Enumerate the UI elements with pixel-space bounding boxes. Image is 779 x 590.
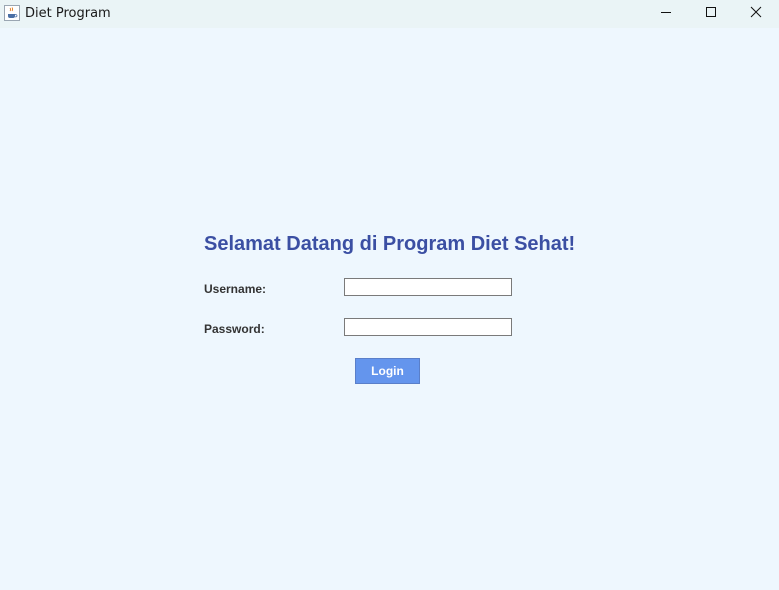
maximize-icon bbox=[705, 5, 717, 23]
app-window: Diet Program Selamat Datang di Program D… bbox=[0, 0, 779, 590]
password-input[interactable] bbox=[344, 318, 512, 336]
minimize-button[interactable] bbox=[643, 0, 689, 28]
login-panel: Selamat Datang di Program Diet Sehat! Us… bbox=[0, 28, 779, 590]
minimize-icon bbox=[660, 5, 672, 23]
welcome-heading: Selamat Datang di Program Diet Sehat! bbox=[204, 233, 576, 255]
window-title: Diet Program bbox=[25, 6, 111, 21]
close-button[interactable] bbox=[733, 0, 779, 28]
maximize-button[interactable] bbox=[688, 0, 734, 28]
username-label: Username: bbox=[204, 282, 267, 296]
title-bar[interactable]: Diet Program bbox=[0, 0, 779, 28]
password-label: Password: bbox=[204, 322, 265, 336]
login-button[interactable]: Login bbox=[355, 358, 420, 384]
java-coffee-cup-icon bbox=[4, 5, 20, 21]
username-input[interactable] bbox=[344, 278, 512, 296]
close-icon bbox=[750, 5, 762, 23]
